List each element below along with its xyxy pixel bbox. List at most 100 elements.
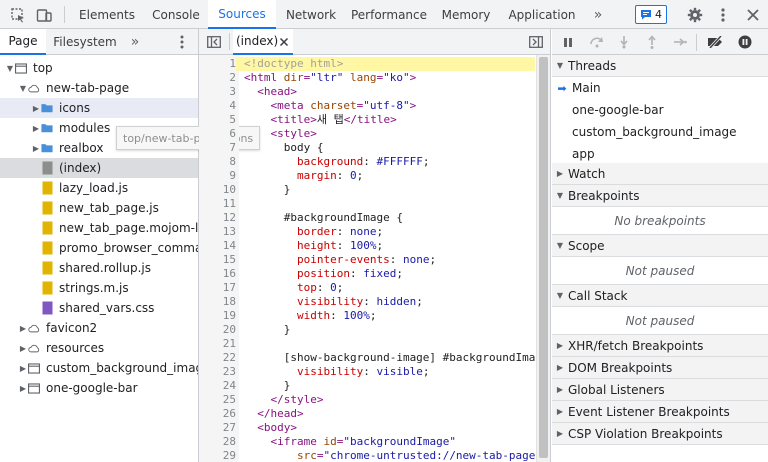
collapsed-arrow-icon[interactable]: ▶ bbox=[18, 318, 28, 338]
line-number[interactable]: 20 bbox=[199, 323, 236, 337]
tree-item-new-tab-page[interactable]: ▼ new-tab-page bbox=[0, 78, 198, 98]
collapsed-arrow-icon[interactable]: ▶ bbox=[18, 378, 28, 398]
close-devtools-icon[interactable] bbox=[742, 0, 764, 29]
code-line[interactable]: 22 [show-background-image] #backgroundIm… bbox=[199, 351, 549, 365]
navigator-menu-icon[interactable] bbox=[172, 29, 192, 55]
code-line[interactable]: 12 #backgroundImage { bbox=[199, 211, 535, 225]
step-out-icon[interactable] bbox=[642, 29, 662, 55]
tab-memory[interactable]: Memory bbox=[432, 0, 500, 29]
code-line[interactable]: 1 <!doctype html> bbox=[199, 57, 535, 71]
code-line[interactable]: 25 </style> bbox=[199, 393, 535, 407]
close-file-tab-icon[interactable] bbox=[275, 29, 293, 55]
line-number[interactable]: 1 bbox=[199, 57, 236, 71]
tab-application[interactable]: Application bbox=[500, 0, 584, 29]
line-number[interactable]: 10 bbox=[199, 183, 236, 197]
device-toolbar-icon[interactable] bbox=[32, 0, 56, 29]
code-line[interactable]: 6 <style> bbox=[199, 127, 535, 141]
code-line[interactable]: 23 visibility: visible; bbox=[199, 365, 535, 379]
code-line[interactable]: 9 margin: 0; bbox=[199, 169, 535, 183]
line-number[interactable]: 27 bbox=[199, 421, 236, 435]
tree-item-strings-m-js[interactable]: strings.m.js bbox=[0, 278, 198, 298]
line-number[interactable]: 29 bbox=[199, 449, 236, 462]
tree-item-shared-vars-css[interactable]: shared_vars.css bbox=[0, 298, 198, 318]
dom-breakpoints-section-header[interactable]: ▶ DOM Breakpoints bbox=[552, 357, 768, 379]
expanded-arrow-icon[interactable]: ▼ bbox=[5, 58, 15, 78]
event-listener-breakpoints-section-header[interactable]: ▶ Event Listener Breakpoints bbox=[552, 401, 768, 423]
tree-item-favicon2[interactable]: ▶ favicon2 bbox=[0, 318, 198, 338]
editor-scrollbar[interactable] bbox=[536, 55, 550, 462]
line-number[interactable]: 21 bbox=[199, 337, 236, 351]
code-line[interactable]: 10 } bbox=[199, 183, 535, 197]
expanded-arrow-icon[interactable]: ▼ bbox=[18, 78, 28, 98]
watch-section-header[interactable]: ▶ Watch bbox=[552, 163, 768, 185]
csp-violation-breakpoints-section-header[interactable]: ▶ CSP Violation Breakpoints bbox=[552, 423, 768, 445]
tree-item-index[interactable]: (index) bbox=[0, 158, 198, 178]
line-number[interactable]: 17 bbox=[199, 281, 236, 295]
line-number[interactable]: 12 bbox=[199, 211, 236, 225]
deactivate-breakpoints-icon[interactable] bbox=[704, 29, 728, 55]
line-number[interactable]: 14 bbox=[199, 239, 236, 253]
code-line[interactable]: 11 bbox=[199, 197, 535, 211]
code-line[interactable]: 21 bbox=[199, 337, 535, 351]
code-line[interactable]: 14 height: 100%; bbox=[199, 239, 535, 253]
line-number[interactable]: 25 bbox=[199, 393, 236, 407]
tree-item-shared-rollup-js[interactable]: shared.rollup.js bbox=[0, 258, 198, 278]
line-number[interactable]: 18 bbox=[199, 295, 236, 309]
thread-custom-background-image[interactable]: custom_background_image bbox=[552, 121, 768, 143]
line-number[interactable]: 8 bbox=[199, 155, 236, 169]
code-line[interactable]: 27 <body> bbox=[199, 421, 535, 435]
tree-item-new-tab-page-mojom-lite-js[interactable]: new_tab_page.mojom-lite.js bbox=[0, 218, 198, 238]
tree-item-top[interactable]: ▼ top bbox=[0, 58, 198, 78]
pause-on-exceptions-icon[interactable] bbox=[734, 29, 756, 55]
thread-app[interactable]: app bbox=[552, 143, 768, 165]
customize-menu-icon[interactable] bbox=[712, 0, 734, 29]
code-line[interactable]: 4 <meta charset="utf-8"> bbox=[199, 99, 535, 113]
tree-item-icons[interactable]: ▶ icons bbox=[0, 98, 198, 118]
scope-section-header[interactable]: ▼ Scope bbox=[552, 235, 768, 257]
code-line[interactable]: 15 pointer-events: none; bbox=[199, 253, 535, 267]
line-number[interactable]: 16 bbox=[199, 267, 236, 281]
line-number[interactable]: 22 bbox=[199, 351, 236, 365]
tree-item-custom-background-image[interactable]: ▶ custom_background_image bbox=[0, 358, 198, 378]
tab-elements[interactable]: Elements bbox=[70, 0, 144, 29]
code-line[interactable]: 13 border: none; bbox=[199, 225, 535, 239]
tree-item-new-tab-page-js[interactable]: new_tab_page.js bbox=[0, 198, 198, 218]
code-line[interactable]: 24 } bbox=[199, 379, 535, 393]
tree-item-promo-browser-command-mojom-lite-js[interactable]: promo_browser_command.mojom-lite.js bbox=[0, 238, 198, 258]
collapsed-arrow-icon[interactable]: ▶ bbox=[31, 138, 41, 158]
threads-section-header[interactable]: ▼ Threads bbox=[552, 55, 768, 77]
thread-one-google-bar[interactable]: one-google-bar bbox=[552, 99, 768, 121]
line-number[interactable]: 3 bbox=[199, 85, 236, 99]
line-number[interactable]: 6 bbox=[199, 127, 236, 141]
tab-sources[interactable]: Sources bbox=[208, 0, 276, 29]
thread-main[interactable]: ➡ Main bbox=[552, 77, 768, 99]
code-line[interactable]: 26 </head> bbox=[199, 407, 535, 421]
code-line[interactable]: 7 body { bbox=[199, 141, 535, 155]
line-number[interactable]: 5 bbox=[199, 113, 236, 127]
tab-page[interactable]: Page bbox=[0, 29, 46, 55]
xhr-fetch-breakpoints-section-header[interactable]: ▶ XHR/fetch Breakpoints bbox=[552, 335, 768, 357]
line-number[interactable]: 26 bbox=[199, 407, 236, 421]
line-number[interactable]: 11 bbox=[199, 197, 236, 211]
tab-performance[interactable]: Performance bbox=[346, 0, 432, 29]
code-line[interactable]: 18 visibility: hidden; bbox=[199, 295, 535, 309]
code-line[interactable]: 8 background: #FFFFFF; bbox=[199, 155, 535, 169]
code-line[interactable]: 16 position: fixed; bbox=[199, 267, 535, 281]
code-line[interactable]: 19 width: 100%; bbox=[199, 309, 535, 323]
line-number[interactable]: 9 bbox=[199, 169, 236, 183]
line-number[interactable]: 23 bbox=[199, 365, 236, 379]
more-tabs-button[interactable]: » bbox=[584, 0, 612, 29]
tree-item-lazy-load-js[interactable]: lazy_load.js bbox=[0, 178, 198, 198]
collapsed-arrow-icon[interactable]: ▶ bbox=[18, 338, 28, 358]
navigator-more-tabs-button[interactable]: » bbox=[124, 29, 146, 55]
global-listeners-section-header[interactable]: ▶ Global Listeners bbox=[552, 379, 768, 401]
collapsed-arrow-icon[interactable]: ▶ bbox=[18, 358, 28, 378]
line-number[interactable]: 24 bbox=[199, 379, 236, 393]
code-line[interactable]: 2 <html dir="ltr" lang="ko"> bbox=[199, 71, 535, 85]
line-number[interactable]: 13 bbox=[199, 225, 236, 239]
step-icon[interactable] bbox=[670, 29, 690, 55]
step-into-icon[interactable] bbox=[614, 29, 634, 55]
tree-item-resources[interactable]: ▶ resources bbox=[0, 338, 198, 358]
line-number[interactable]: 28 bbox=[199, 435, 236, 449]
line-number[interactable]: 15 bbox=[199, 253, 236, 267]
